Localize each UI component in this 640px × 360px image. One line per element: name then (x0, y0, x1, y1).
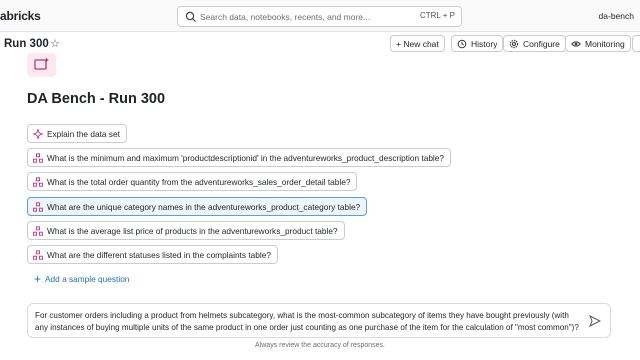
history-icon (457, 39, 467, 48)
add-sample-question-link[interactable]: + Add a sample question (34, 272, 130, 286)
suggestion-chip[interactable]: What is the average list price of produc… (27, 221, 345, 240)
sparkle-icon (33, 128, 43, 139)
gear-icon (509, 39, 519, 48)
genie-logo (27, 53, 56, 77)
global-search[interactable]: CTRL + P (177, 6, 462, 27)
eye-icon (571, 40, 581, 47)
plus-icon: + (34, 272, 42, 286)
history-button[interactable]: History (451, 35, 504, 52)
monitoring-button[interactable]: Monitoring (565, 35, 631, 52)
search-input[interactable] (200, 10, 400, 24)
suggestion-label: What are the unique category names in th… (47, 201, 361, 212)
more-button[interactable] (632, 35, 640, 52)
star-icon[interactable]: ☆ (50, 37, 60, 50)
chat-input-box[interactable]: For customer orders including a product … (27, 303, 611, 338)
new-chat-button[interactable]: + New chat (390, 35, 445, 52)
history-label: History (471, 38, 498, 49)
new-chat-label: + New chat (396, 38, 439, 49)
send-icon[interactable] (589, 315, 601, 327)
sample-question-icon (33, 225, 43, 236)
title-bar: Run 300 ☆ + New chat History Configure M… (0, 33, 640, 55)
suggestion-chip[interactable]: What is the minimum and maximum 'product… (27, 148, 452, 167)
suggestion-chip-selected[interactable]: What are the unique category names in th… (27, 197, 368, 216)
suggestion-chip[interactable]: What is the total order quantity from th… (27, 172, 358, 191)
suggestion-chip[interactable]: What are the different statuses listed i… (27, 245, 278, 264)
sample-question-icon (33, 152, 43, 163)
search-icon (185, 11, 196, 22)
workspace-name[interactable]: da-bench (599, 11, 634, 21)
add-sample-question-label: Add a sample question (45, 274, 130, 284)
chat-input-text[interactable]: For customer orders including a product … (35, 310, 580, 334)
suggestion-chip-explain[interactable]: Explain the data set (27, 124, 127, 143)
suggestion-label: Explain the data set (47, 128, 120, 139)
sparkle-chat-icon (34, 57, 49, 70)
space-title: Run 300 (4, 38, 49, 50)
search-shortcut-hint: CTRL + P (419, 11, 455, 20)
suggestion-label: What is the average list price of produc… (47, 225, 338, 236)
configure-label: Configure (523, 38, 560, 49)
sample-question-icon (33, 249, 43, 260)
page-title: DA Bench - Run 300 (27, 91, 166, 107)
disclaimer-text: Always review the accuracy of responses. (255, 342, 385, 349)
sample-question-icon (33, 201, 43, 212)
brand-logo-text[interactable]: abricks (0, 9, 41, 23)
suggestion-label: What is the total order quantity from th… (47, 176, 351, 187)
suggestion-label: What is the minimum and maximum 'product… (47, 152, 445, 163)
top-bar: abricks CTRL + P da-bench (0, 0, 640, 32)
monitoring-label: Monitoring (585, 38, 625, 49)
suggestion-label: What are the different statuses listed i… (47, 249, 271, 260)
configure-button[interactable]: Configure (503, 35, 566, 52)
sample-question-icon (33, 176, 43, 187)
